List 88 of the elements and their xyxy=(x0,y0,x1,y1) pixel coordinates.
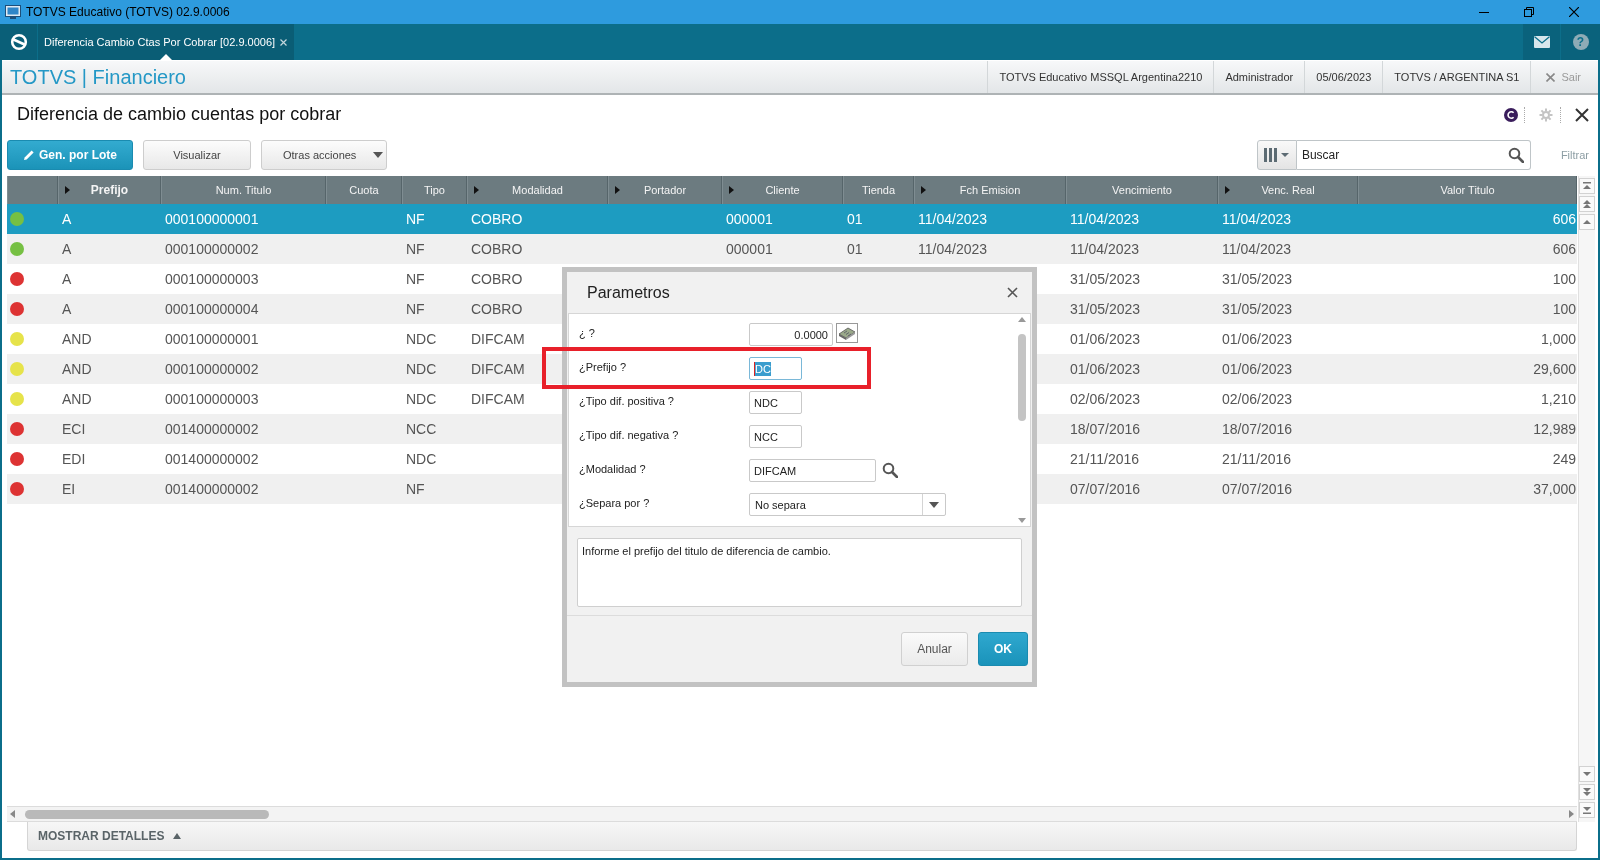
field-label: ¿ ? xyxy=(579,326,596,339)
table-cell: 000100000004 xyxy=(165,301,259,317)
table-cell: 1,210 xyxy=(1540,391,1576,407)
table-cell: 01/06/2023 xyxy=(1222,331,1293,347)
table-cell: 000001 xyxy=(726,211,773,227)
table-cell: 000100000001 xyxy=(165,211,259,227)
table-cell: 01 xyxy=(847,211,863,227)
table-cell: 01/06/2023 xyxy=(1070,331,1141,347)
table-cell: 29,600 xyxy=(1533,361,1576,377)
table-cell: 11/04/2023 xyxy=(1070,211,1140,227)
dialog-title: Parametros xyxy=(587,283,671,302)
table-cell: 100 xyxy=(1552,271,1576,287)
table-cell: EDI xyxy=(62,451,86,467)
table-cell: NDC xyxy=(406,361,437,377)
table-cell: EI xyxy=(62,481,76,497)
table-cell: 11/04/2023 xyxy=(1222,241,1292,257)
table-cell: 31/05/2023 xyxy=(1070,271,1141,287)
table-cell: COBRO xyxy=(471,271,523,287)
table-cell: 11/04/2023 xyxy=(1222,211,1292,227)
table-cell: DIFCAM xyxy=(471,361,525,377)
table-cell: 001400000002 xyxy=(165,421,259,437)
table-cell: AND xyxy=(62,391,92,407)
table-cell: 07/07/2016 xyxy=(1222,481,1293,497)
table-cell: 000001 xyxy=(726,241,773,257)
table-cell: A xyxy=(62,211,72,227)
table-cell: COBRO xyxy=(471,241,523,257)
table-cell: 11/04/2023 xyxy=(918,211,988,227)
table-cell: 07/07/2016 xyxy=(1070,481,1141,497)
session-info: 05/06/2023 xyxy=(1316,71,1372,83)
table-cell: 01/06/2023 xyxy=(1222,361,1293,377)
table-cell: 18/07/2016 xyxy=(1222,421,1293,437)
description-box: Informe el prefijo del titulo de diferencia de cambio. xyxy=(577,538,1022,607)
table-cell: COBRO xyxy=(471,301,523,317)
table-cell: 606 xyxy=(1552,241,1576,257)
table-cell: NDC xyxy=(406,451,437,467)
session-info: Administrador xyxy=(1225,71,1294,83)
table-cell: A xyxy=(62,241,72,257)
table-cell: 31/05/2023 xyxy=(1222,271,1293,287)
field-label: ¿Separa por ? xyxy=(579,496,651,509)
table-cell: 249 xyxy=(1552,451,1576,467)
table-cell: NF xyxy=(406,301,425,317)
table-cell: NF xyxy=(406,271,425,287)
table-cell: 37,000 xyxy=(1533,481,1576,497)
table-cell: 000100000002 xyxy=(165,361,259,377)
table-cell: 31/05/2023 xyxy=(1222,301,1293,317)
table-cell: 1,000 xyxy=(1540,331,1576,347)
table-cell: DIFCAM xyxy=(471,391,525,407)
table-cell: NDC xyxy=(406,391,437,407)
page-title: Diferencia de cambio cuentas por cobrar xyxy=(17,104,343,125)
table-cell: 606 xyxy=(1552,211,1576,227)
table-cell: ECI xyxy=(62,421,86,437)
table-cell: 18/07/2016 xyxy=(1070,421,1141,437)
table-cell: 02/06/2023 xyxy=(1070,391,1141,407)
table-cell: NF xyxy=(406,211,425,227)
app-title: TOTVS | Financiero xyxy=(9,65,187,89)
table-cell: NDC xyxy=(406,331,437,347)
field-label: ¿Prefijo ? xyxy=(579,360,628,373)
table-cell: 000100000003 xyxy=(165,391,259,407)
field-label: ¿Tipo dif. positiva ? xyxy=(579,394,675,407)
table-cell: 11/04/2023 xyxy=(918,241,988,257)
table-cell: 000100000002 xyxy=(165,241,259,257)
table-cell: NCC xyxy=(406,421,437,437)
field-label: ¿Modalidad ? xyxy=(579,462,647,475)
table-cell: 01 xyxy=(847,241,863,257)
session-info: TOTVS / ARGENTINA S1 xyxy=(1394,71,1520,83)
table-cell: 21/11/2016 xyxy=(1070,451,1140,467)
table-cell: 21/11/2016 xyxy=(1222,451,1292,467)
table-cell: 02/06/2023 xyxy=(1222,391,1293,407)
table-cell: 11/04/2023 xyxy=(1070,241,1140,257)
table-cell: NF xyxy=(406,481,425,497)
table-cell: A xyxy=(62,301,72,317)
table-cell: 001400000002 xyxy=(165,451,259,467)
table-cell: AND xyxy=(62,331,92,347)
table-cell: AND xyxy=(62,361,92,377)
table-cell: A xyxy=(62,271,72,287)
table-cell: 000100000003 xyxy=(165,271,259,287)
table-cell: 12,989 xyxy=(1533,421,1576,437)
table-cell: 31/05/2023 xyxy=(1070,301,1141,317)
table-cell: 000100000001 xyxy=(165,331,259,347)
table-cell: 01/06/2023 xyxy=(1070,361,1141,377)
field-label: ¿Tipo dif. negativa ? xyxy=(579,428,680,441)
table-cell: DIFCAM xyxy=(471,331,525,347)
window-title: TOTVS Educativo (TOTVS) 02.9.0006 xyxy=(26,5,231,19)
session-info: TOTVS Educativo MSSQL Argentina2210 xyxy=(999,71,1203,83)
table-cell: 001400000002 xyxy=(165,481,259,497)
table-cell: COBRO xyxy=(471,211,523,227)
table-cell: NF xyxy=(406,241,425,257)
table-cell: 100 xyxy=(1552,301,1576,317)
